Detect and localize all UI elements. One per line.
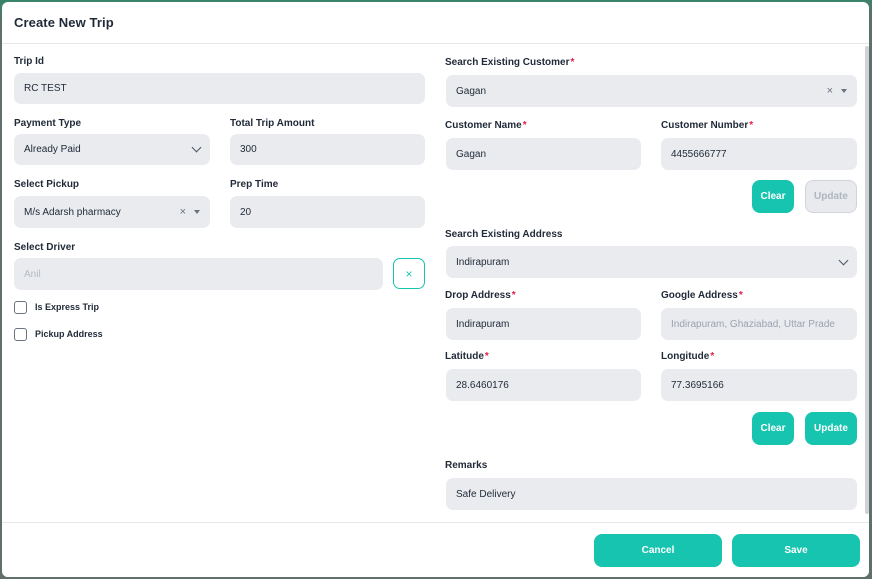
- longitude-label-text: Longitude: [661, 351, 710, 362]
- trip-id-input[interactable]: RC TEST: [14, 73, 425, 104]
- required-mark: *: [570, 57, 575, 68]
- search-customer-label: Search Existing Customer*: [445, 57, 574, 68]
- prep-time-label: Prep Time: [230, 179, 279, 190]
- search-address-label: Search Existing Address: [445, 229, 563, 240]
- cancel-button[interactable]: Cancel: [594, 534, 722, 567]
- required-mark: *: [522, 120, 527, 131]
- clear-icon[interactable]: ×: [827, 85, 833, 97]
- prep-time-input[interactable]: 20: [230, 196, 425, 228]
- drop-address-label-text: Drop Address: [445, 290, 511, 301]
- required-mark: *: [710, 351, 715, 362]
- is-express-trip-checkbox[interactable]: [14, 301, 27, 314]
- pickup-address-label: Pickup Address: [35, 329, 103, 339]
- pickup-address-checkbox[interactable]: [14, 328, 27, 341]
- update-address-button[interactable]: Update: [805, 412, 857, 445]
- google-address-input[interactable]: Indirapuram, Ghaziabad, Uttar Prade: [661, 308, 857, 340]
- google-address-label-text: Google Address: [661, 290, 738, 301]
- caret-down-icon: [841, 89, 847, 93]
- customer-number-label-text: Customer Number: [661, 120, 749, 131]
- modal-header: Create New Trip: [2, 2, 869, 44]
- close-icon: ×: [405, 266, 413, 281]
- select-pickup-value: M/s Adarsh pharmacy: [24, 206, 121, 218]
- scrollbar-thumb[interactable]: [865, 46, 869, 514]
- payment-type-select[interactable]: Already Paid: [14, 134, 210, 165]
- scrollbar[interactable]: [865, 46, 869, 520]
- select-pickup-label: Select Pickup: [14, 179, 80, 190]
- clear-customer-button[interactable]: Clear: [752, 180, 794, 213]
- customer-number-label: Customer Number*: [661, 120, 753, 131]
- clear-driver-button[interactable]: ×: [393, 258, 425, 289]
- select-pickup-select[interactable]: M/s Adarsh pharmacy ×: [14, 196, 210, 228]
- total-trip-amount-label: Total Trip Amount: [230, 118, 315, 129]
- customer-name-input[interactable]: Gagan: [446, 138, 641, 170]
- caret-down-icon: [194, 210, 200, 214]
- google-address-label: Google Address*: [661, 290, 743, 301]
- latitude-input[interactable]: 28.6460176: [446, 369, 641, 401]
- search-address-select[interactable]: Indirapuram: [446, 246, 857, 278]
- latitude-label: Latitude*: [445, 351, 489, 362]
- customer-number-input[interactable]: 4455666777: [661, 138, 857, 170]
- modal-title: Create New Trip: [14, 15, 114, 30]
- required-mark: *: [749, 120, 754, 131]
- modal-footer: Cancel Save: [2, 522, 869, 577]
- chevron-down-icon: [838, 255, 849, 265]
- longitude-label: Longitude*: [661, 351, 714, 362]
- search-address-value: Indirapuram: [456, 256, 510, 268]
- is-express-trip-label: Is Express Trip: [35, 302, 100, 312]
- create-trip-modal: Create New Trip Trip Id RC TEST Payment …: [2, 2, 869, 577]
- longitude-input[interactable]: 77.3695166: [661, 369, 857, 401]
- select-driver-input[interactable]: Anil: [14, 258, 383, 290]
- payment-type-label: Payment Type: [14, 118, 82, 129]
- required-mark: *: [511, 290, 516, 301]
- clear-icon[interactable]: ×: [180, 206, 186, 218]
- required-mark: *: [484, 351, 489, 362]
- customer-name-label: Customer Name*: [445, 120, 527, 131]
- total-trip-amount-input[interactable]: 300: [230, 134, 425, 165]
- remarks-input[interactable]: Safe Delivery: [446, 478, 857, 510]
- search-customer-value: Gagan: [456, 85, 487, 97]
- chevron-down-icon: [191, 142, 202, 153]
- drop-address-label: Drop Address*: [445, 290, 516, 301]
- payment-type-value: Already Paid: [24, 144, 81, 155]
- drop-address-input[interactable]: Indirapuram: [446, 308, 641, 340]
- required-mark: *: [738, 290, 743, 301]
- search-customer-label-text: Search Existing Customer: [445, 57, 570, 68]
- save-button[interactable]: Save: [732, 534, 860, 567]
- update-customer-button[interactable]: Update: [805, 180, 857, 213]
- trip-id-label: Trip Id: [14, 56, 44, 67]
- customer-name-label-text: Customer Name: [445, 120, 522, 131]
- search-customer-select[interactable]: Gagan ×: [446, 75, 857, 107]
- select-driver-label: Select Driver: [14, 242, 76, 253]
- latitude-label-text: Latitude: [445, 351, 484, 362]
- clear-address-button[interactable]: Clear: [752, 412, 794, 445]
- remarks-label: Remarks: [445, 460, 488, 471]
